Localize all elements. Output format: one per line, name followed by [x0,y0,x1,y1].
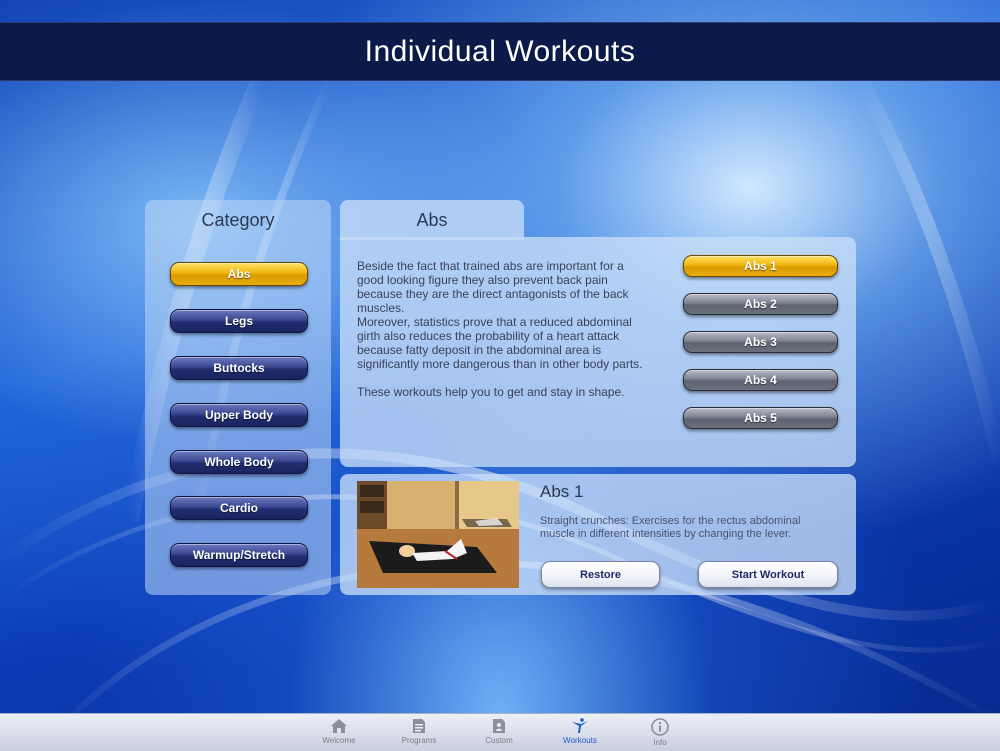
page-title: Individual Workouts [364,34,636,68]
custom-doc-icon [493,719,505,733]
category-button-warmup-stretch[interactable]: Warmup/Stretch [170,543,308,567]
category-button-upper-body[interactable]: Upper Body [170,403,308,427]
title-bar: Individual Workouts [0,22,1000,81]
category-button-cardio[interactable]: Cardio [170,496,308,520]
workout-preview-image[interactable] [357,481,519,588]
category-button-whole-body[interactable]: Whole Body [170,450,308,474]
workout-button-abs-1[interactable]: Abs 1 [683,255,838,277]
category-button-abs[interactable]: Abs [170,262,308,286]
workout-button-abs-3[interactable]: Abs 3 [683,331,838,353]
tab-workouts[interactable]: Workouts [545,716,615,745]
selected-workout-title: Abs 1 [540,482,584,501]
category-detail-tab-label: Abs [416,210,448,230]
description-paragraph: Moreover, statistics prove that a reduce… [357,315,643,371]
document-icon [413,719,425,733]
category-panel: Category Abs Legs Buttocks Upper Body Wh… [145,200,331,595]
tab-label: Welcome [322,736,356,745]
tab-label: Workouts [563,736,597,745]
category-detail-panel: Beside the fact that trained abs are imp… [340,237,856,467]
category-detail-tab: Abs [340,200,524,240]
start-workout-button[interactable]: Start Workout [698,561,838,588]
bottom-tab-bar: Welcome Programs Custom Workouts Info [0,713,1000,751]
tab-info[interactable]: Info [625,716,695,747]
tab-custom[interactable]: Custom [464,716,534,745]
category-title: Category [201,210,275,230]
tab-label: Programs [401,736,437,745]
info-icon [651,718,669,736]
description-paragraph: These workouts help you to get and stay … [357,385,625,399]
exercise-photo-illustration [357,481,519,588]
workout-button-abs-5[interactable]: Abs 5 [683,407,838,429]
tab-label: Info [653,738,667,747]
restore-button[interactable]: Restore [541,561,660,588]
figure-icon [572,718,588,733]
category-button-legs[interactable]: Legs [170,309,308,333]
description-paragraph: Beside the fact that trained abs are imp… [357,259,629,315]
home-icon [331,719,347,733]
category-description: Beside the fact that trained abs are imp… [357,259,652,399]
workout-button-abs-2[interactable]: Abs 2 [683,293,838,315]
category-button-buttocks[interactable]: Buttocks [170,356,308,380]
workout-button-abs-4[interactable]: Abs 4 [683,369,838,391]
tab-programs[interactable]: Programs [384,716,454,745]
tab-label: Custom [485,736,513,745]
workout-detail-panel: Abs 1 Straight crunches: Exercises for t… [340,474,856,595]
selected-workout-description: Straight crunches: Exercises for the rec… [540,515,801,540]
tab-welcome[interactable]: Welcome [304,716,374,745]
